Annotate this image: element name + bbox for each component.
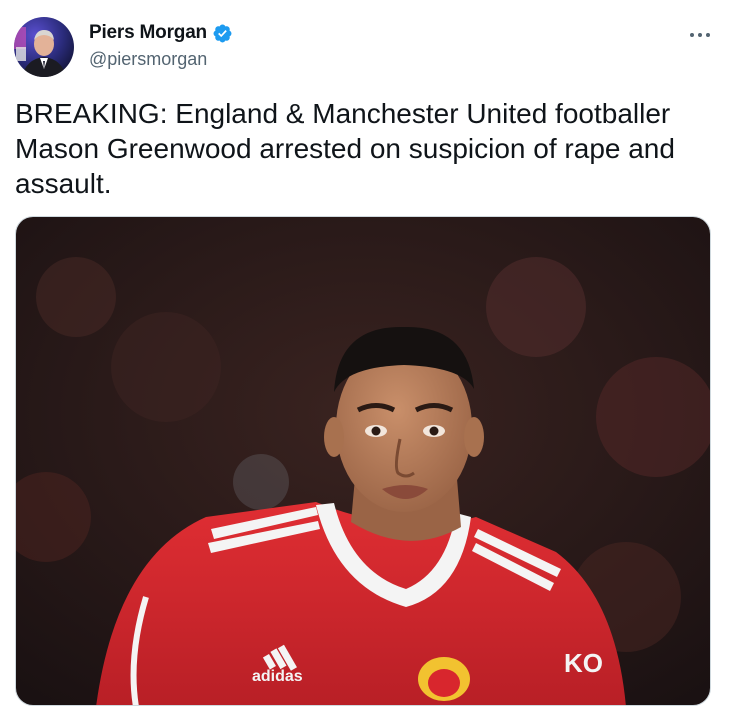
avatar-image bbox=[14, 17, 74, 77]
author-avatar[interactable] bbox=[14, 17, 74, 77]
verified-badge-icon bbox=[212, 23, 233, 44]
more-options-button[interactable] bbox=[684, 23, 716, 47]
shirt-brand-text: adidas bbox=[252, 668, 303, 685]
tweet-text: BREAKING: England & Manchester United fo… bbox=[15, 98, 675, 199]
author-display-name[interactable]: Piers Morgan bbox=[89, 22, 207, 44]
footballer-photo: adidas KO bbox=[16, 217, 710, 705]
author-handle[interactable]: @piersmorgan bbox=[89, 49, 207, 70]
author-name-row: Piers Morgan bbox=[89, 22, 233, 44]
shirt-sponsor-text: KO bbox=[564, 648, 603, 678]
tweet-photo[interactable]: adidas KO bbox=[15, 216, 711, 706]
tweet-card: Piers Morgan @piersmorgan BREAKING: Engl… bbox=[0, 0, 750, 706]
ellipsis-icon bbox=[690, 33, 710, 37]
